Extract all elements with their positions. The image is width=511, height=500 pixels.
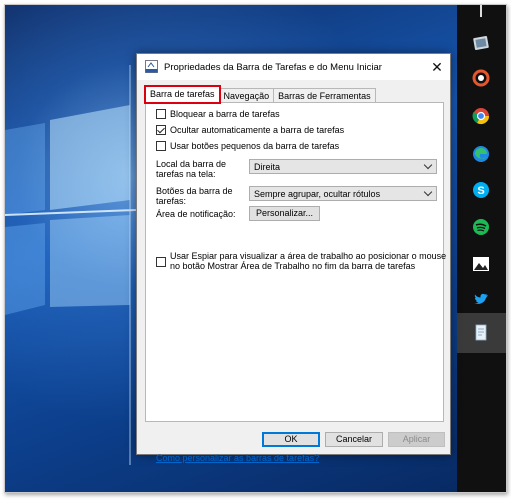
peek-label-line2: no botão Mostrar Área de Trabalho no fim… (170, 261, 416, 271)
peek-label-line1: Usar Espiar para visualizar a área de tr… (170, 251, 447, 261)
autohide-taskbar-label: Ocultar automaticamente a barra de taref… (170, 125, 345, 135)
location-label-line2: tarefas na tela: (156, 169, 216, 179)
skype-icon[interactable]: S (471, 180, 491, 200)
photos-icon[interactable] (471, 254, 491, 274)
small-buttons-checkbox[interactable] (156, 141, 166, 151)
dialog-titlebar[interactable]: Propriedades da Barra de Tarefas e do Me… (137, 54, 450, 80)
tablet-icon[interactable] (471, 33, 491, 53)
photo-app-icon[interactable] (471, 68, 491, 88)
location-label: Local da barra de tarefas na tela: (156, 159, 226, 179)
chrome-icon[interactable] (471, 106, 491, 126)
tab-navigation[interactable]: Navegação (218, 88, 275, 103)
help-link[interactable]: Como personalizar as barras de tarefas? (156, 453, 319, 463)
svg-text:S: S (477, 185, 484, 197)
chevron-down-icon (423, 160, 433, 170)
notification-area-label: Área de notificação: (156, 209, 236, 219)
autohide-taskbar-checkbox[interactable] (156, 125, 166, 135)
customize-button[interactable]: Personalizar... (249, 206, 320, 221)
pen-icon[interactable] (471, 5, 491, 25)
chevron-down-icon (423, 187, 433, 197)
peek-label: Usar Espiar para visualizar a área de tr… (170, 251, 446, 271)
location-select-value: Direita (254, 162, 281, 172)
taskbar-settings-icon (145, 60, 158, 73)
tab-strip: Barra de tarefas Navegação Barras de Fer… (144, 85, 376, 104)
tab-toolbars[interactable]: Barras de Ferramentas (273, 88, 376, 103)
edge-icon[interactable] (471, 144, 491, 164)
taskbar: S (457, 5, 506, 492)
buttons-group-select[interactable]: Sempre agrupar, ocultar rótulos (249, 186, 437, 201)
autohide-taskbar-option[interactable]: Ocultar automaticamente a barra de taref… (156, 125, 344, 135)
location-select[interactable]: Direita (249, 159, 437, 174)
twitter-icon[interactable] (471, 289, 491, 309)
small-buttons-label: Usar botões pequenos da barra de tarefas (170, 141, 340, 151)
tab-taskbar[interactable]: Barra de tarefas (144, 85, 221, 104)
buttons-group-label: Botões da barra de tarefas: (156, 186, 233, 206)
dialog-title: Propriedades da Barra de Tarefas e do Me… (164, 62, 382, 73)
small-buttons-option[interactable]: Usar botões pequenos da barra de tarefas (156, 141, 339, 151)
taskbar-properties-dialog: Propriedades da Barra de Tarefas e do Me… (136, 53, 451, 463)
tab-panel-taskbar: Bloquear a barra de tarefas Ocultar auto… (145, 102, 446, 463)
peek-option[interactable]: Usar Espiar para visualizar a área de tr… (156, 251, 446, 271)
lock-taskbar-label: Bloquear a barra de tarefas (170, 109, 280, 119)
location-label-line1: Local da barra de (156, 159, 227, 169)
lock-taskbar-option[interactable]: Bloquear a barra de tarefas (156, 109, 280, 119)
apply-button[interactable]: Aplicar (388, 432, 445, 447)
peek-checkbox[interactable] (156, 257, 166, 267)
buttons-group-select-value: Sempre agrupar, ocultar rótulos (254, 189, 381, 199)
close-button[interactable]: ✕ (428, 58, 446, 76)
ok-button[interactable]: OK (262, 432, 320, 447)
notepad-icon[interactable] (471, 323, 491, 343)
cancel-button[interactable]: Cancelar (325, 432, 383, 447)
buttons-group-label-line1: Botões da barra de (156, 186, 233, 196)
buttons-group-label-line2: tarefas: (156, 196, 187, 206)
spotify-icon[interactable] (471, 217, 491, 237)
lock-taskbar-checkbox[interactable] (156, 109, 166, 119)
screenshot-frame: S Propriedades da Barra de Tarefas e do … (4, 4, 507, 493)
